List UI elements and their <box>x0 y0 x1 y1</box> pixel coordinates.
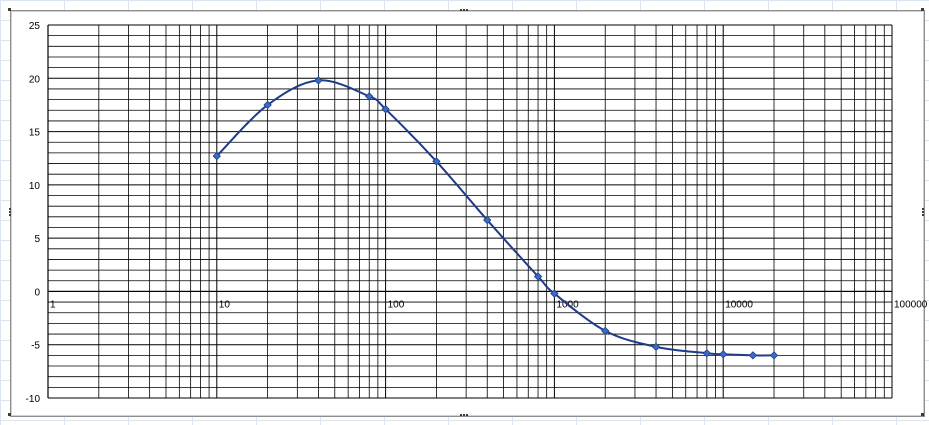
resize-handle-dot[interactable] <box>466 9 468 11</box>
x-tick-label: 10 <box>219 299 231 310</box>
x-tick-label: 10000 <box>725 299 753 310</box>
y-tick-label: 10 <box>29 181 41 192</box>
y-tick-label: 20 <box>29 74 41 85</box>
y-tick-label: -5 <box>31 341 40 352</box>
y-tick-label: 5 <box>34 234 40 245</box>
resize-handle-dot[interactable] <box>922 214 924 216</box>
resize-handle-dot[interactable] <box>460 9 462 11</box>
resize-handle-dot[interactable] <box>460 414 462 416</box>
resize-handle-dot[interactable] <box>9 214 11 216</box>
y-tick-label: 25 <box>29 21 41 32</box>
line-chart: -10-505101520251 10 100 1000 10000 100000 <box>8 8 928 416</box>
resize-handle-corner[interactable] <box>8 413 11 416</box>
resize-handle-corner[interactable] <box>8 8 11 11</box>
resize-handle-dot[interactable] <box>463 414 465 416</box>
resize-handle-dot[interactable] <box>9 208 11 210</box>
y-tick-label: 15 <box>29 128 41 139</box>
resize-handle-dot[interactable] <box>922 208 924 210</box>
resize-handle-corner[interactable] <box>921 413 924 416</box>
y-tick-label: -10 <box>26 394 41 405</box>
y-tick-label: 0 <box>34 287 40 298</box>
resize-handle-corner[interactable] <box>921 8 924 11</box>
resize-handle-dot[interactable] <box>922 211 924 213</box>
plot-area <box>48 25 892 398</box>
x-tick-label: 1 <box>50 299 56 310</box>
x-tick-label: 100000 <box>894 299 928 310</box>
x-tick-label: 100 <box>388 299 405 310</box>
resize-handle-dot[interactable] <box>9 211 11 213</box>
resize-handle-dot[interactable] <box>466 414 468 416</box>
resize-handle-dot[interactable] <box>463 9 465 11</box>
